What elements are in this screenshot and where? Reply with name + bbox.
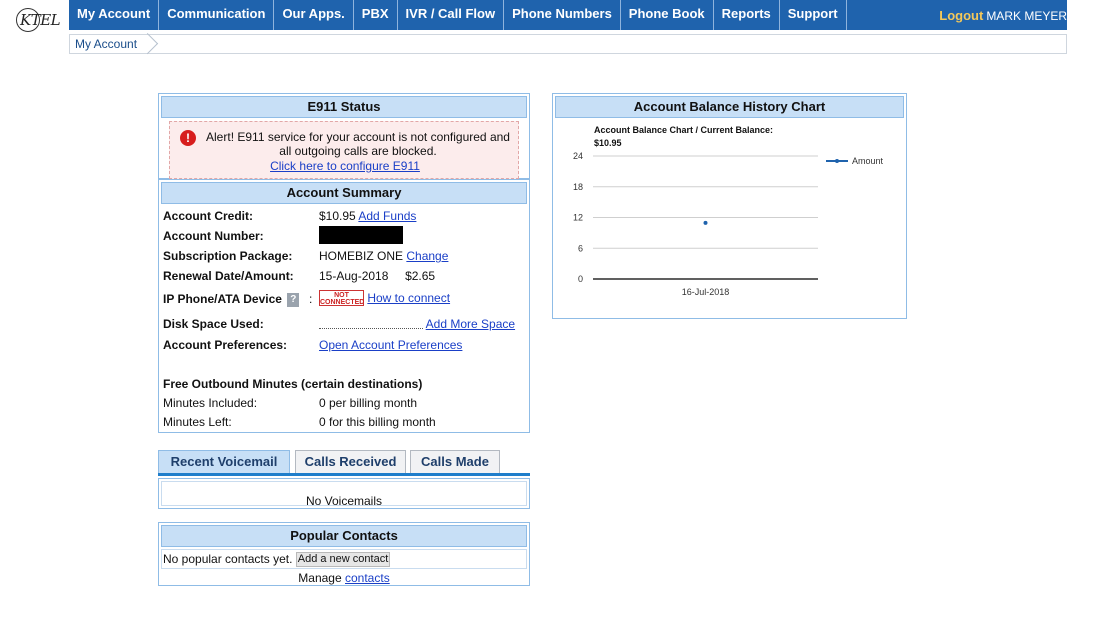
ktel-logo[interactable]: KTEL: [16, 8, 61, 36]
chart-title: Account Balance Chart / Current Balance:: [594, 125, 773, 135]
not-connected-badge: NOT CONNECTED: [319, 290, 364, 306]
subscription-label: Subscription Package:: [163, 249, 293, 263]
e911-panel: E911 Status ! Alert! E911 service for yo…: [158, 93, 530, 179]
x-tick-label-0: 16-Jul-2018: [682, 287, 730, 297]
data-point-0-0: [703, 220, 708, 225]
tab-calls-received[interactable]: Calls Received: [295, 450, 406, 474]
how-to-connect-link[interactable]: How to connect: [367, 291, 450, 305]
nav-pbx[interactable]: PBX: [354, 0, 398, 30]
account-number-label: Account Number:: [163, 229, 264, 243]
y-tick-label-24: 24: [573, 151, 583, 161]
preferences-row: Account Preferences: Open Account Prefer…: [163, 338, 462, 352]
nav-communication[interactable]: Communication: [159, 0, 275, 30]
free-minutes-heading-row: Free Outbound Minutes (certain destinati…: [163, 377, 422, 391]
logo-text: KTEL: [20, 11, 61, 29]
alert-message: Alert! E911 service for your account is …: [206, 130, 510, 158]
nav-phone-book[interactable]: Phone Book: [621, 0, 714, 30]
account-credit-label: Account Credit:: [163, 209, 253, 223]
preferences-label: Account Preferences:: [163, 338, 288, 352]
e911-title: E911 Status: [161, 96, 527, 118]
device-colon: :: [309, 292, 313, 306]
nav-user-area: Logout MARK MEYER: [939, 8, 1067, 23]
nav-support[interactable]: Support: [780, 0, 847, 30]
renewal-row: Renewal Date/Amount: 15-Aug-2018 $2.65: [163, 269, 435, 283]
account-number-row: Account Number:: [163, 226, 403, 244]
popular-contacts-panel: Popular Contacts No popular contacts yet…: [158, 522, 530, 586]
nav-my-account[interactable]: My Account: [69, 0, 160, 30]
badge-line-1: NOT: [334, 292, 349, 299]
breadcrumb: My Account: [69, 34, 1067, 54]
account-number-redacted: [319, 226, 403, 244]
renewal-label: Renewal Date/Amount:: [163, 269, 294, 283]
nav-our-apps[interactable]: Our Apps.: [274, 0, 354, 30]
main-nav: My Account Communication Our Apps. PBX I…: [69, 0, 1067, 30]
account-summary-panel: Account Summary Account Credit: $10.95 A…: [158, 179, 530, 433]
add-more-space-link[interactable]: Add More Space: [426, 317, 515, 331]
balance-chart-panel-title: Account Balance History Chart: [555, 96, 904, 118]
minutes-left-row: Minutes Left: 0 for this billing month: [163, 415, 436, 429]
device-row: IP Phone/ATA Device ? : NOT CONNECTED How…: [163, 290, 450, 307]
nav-reports[interactable]: Reports: [714, 0, 780, 30]
manage-contacts-row: Manage contacts: [159, 571, 529, 585]
chart-subtitle: $10.95: [594, 138, 622, 148]
legend-marker-0: [835, 159, 839, 163]
account-credit-value: $10.95: [319, 209, 356, 223]
renewal-amount: $2.65: [405, 269, 436, 283]
disk-space-label: Disk Space Used:: [163, 317, 264, 331]
legend-label-0: Amount: [852, 156, 884, 166]
account-summary-title: Account Summary: [161, 182, 527, 204]
minutes-included-value: 0 per billing month: [319, 396, 418, 410]
badge-line-2: CONNECTED: [320, 299, 365, 306]
popular-contacts-title: Popular Contacts: [161, 525, 527, 547]
disk-usage-bar: [319, 321, 423, 329]
configure-e911-link[interactable]: Click here to configure E911: [170, 159, 520, 173]
free-minutes-heading: Free Outbound Minutes (certain destinati…: [163, 377, 423, 391]
manage-text: Manage: [298, 571, 342, 585]
no-voicemails-text: No Voicemails: [305, 494, 383, 508]
alert-icon: !: [180, 130, 196, 146]
e911-alert: ! Alert! E911 service for your account i…: [169, 121, 519, 179]
add-contact-button[interactable]: Add a new contact: [295, 552, 391, 568]
change-package-link[interactable]: Change: [406, 249, 448, 263]
y-tick-label-0: 0: [578, 274, 583, 284]
y-tick-label-18: 18: [573, 182, 583, 192]
balance-chart-panel: Account Balance History Chart Account Ba…: [552, 93, 907, 319]
help-icon[interactable]: ?: [287, 292, 300, 307]
breadcrumb-my-account[interactable]: My Account: [75, 37, 137, 51]
voicemail-panel: No Voicemails: [158, 478, 530, 509]
y-tick-label-12: 12: [573, 213, 583, 223]
popular-contacts-list: No popular contacts yet. Add a new conta…: [161, 549, 527, 569]
minutes-included-label: Minutes Included:: [163, 396, 258, 410]
tab-recent-voicemail[interactable]: Recent Voicemail: [158, 450, 290, 474]
renewal-date: 15-Aug-2018: [319, 269, 389, 283]
nav-phone-numbers[interactable]: Phone Numbers: [504, 0, 621, 30]
balance-chart-svg: Account Balance Chart / Current Balance:…: [573, 125, 884, 297]
balance-chart: Account Balance Chart / Current Balance:…: [553, 120, 905, 320]
minutes-included-row: Minutes Included: 0 per billing month: [163, 396, 417, 410]
add-funds-link[interactable]: Add Funds: [358, 209, 416, 223]
manage-contacts-link[interactable]: contacts: [345, 571, 390, 585]
account-credit-row: Account Credit: $10.95 Add Funds: [163, 209, 416, 223]
subscription-row: Subscription Package: HOMEBIZ ONE Change: [163, 249, 448, 263]
tab-calls-made[interactable]: Calls Made: [410, 450, 500, 474]
nav-ivr-call-flow[interactable]: IVR / Call Flow: [398, 0, 505, 30]
subscription-value: HOMEBIZ ONE: [319, 249, 404, 263]
minutes-left-label: Minutes Left:: [163, 415, 232, 429]
no-contacts-text: No popular contacts yet.: [163, 552, 293, 566]
disk-space-row: Disk Space Used: Add More Space: [163, 317, 515, 331]
user-name: MARK MEYER: [986, 8, 1067, 23]
minutes-left-value: 0 for this billing month: [319, 415, 436, 429]
open-preferences-link[interactable]: Open Account Preferences: [319, 338, 462, 352]
logout-link[interactable]: Logout: [939, 8, 983, 23]
y-tick-label-6: 6: [578, 243, 583, 253]
tab-underline: [158, 473, 530, 476]
device-label: IP Phone/ATA Device: [163, 292, 282, 306]
